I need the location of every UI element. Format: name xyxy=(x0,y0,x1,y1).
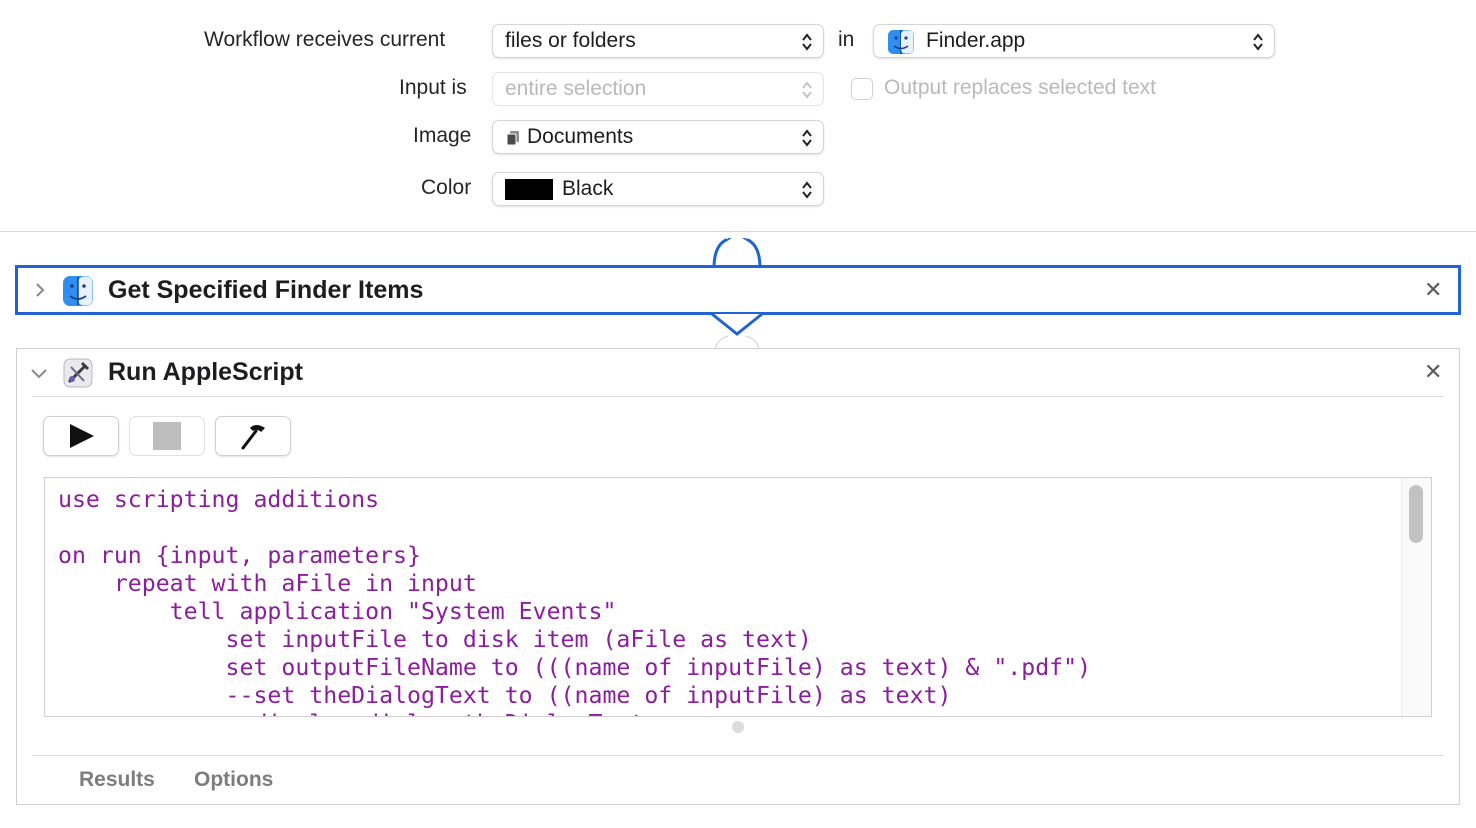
tab-options[interactable]: Options xyxy=(194,768,273,792)
image-value: Documents xyxy=(527,125,634,148)
compile-button[interactable] xyxy=(215,416,291,456)
output-replaces-checkbox[interactable] xyxy=(851,78,873,100)
popup-arrows-icon xyxy=(802,181,812,199)
play-icon xyxy=(70,424,94,448)
connector-bottom xyxy=(711,312,763,352)
input-is-label: Input is xyxy=(399,76,467,99)
receives-value: files or folders xyxy=(505,29,636,52)
hammer-icon xyxy=(241,425,265,450)
resize-handle[interactable] xyxy=(732,721,744,733)
application-popup[interactable]: Finder.app xyxy=(873,24,1275,58)
editor-scrollbar[interactable] xyxy=(1401,478,1431,716)
in-label: in xyxy=(838,28,855,51)
color-value: Black xyxy=(562,177,614,200)
finder-icon xyxy=(888,30,914,54)
application-value: Finder.app xyxy=(926,29,1026,52)
footer-divider xyxy=(32,755,1444,756)
output-replaces-label: Output replaces selected text xyxy=(884,76,1156,99)
image-label: Image xyxy=(413,124,472,147)
tab-results[interactable]: Results xyxy=(79,768,155,792)
collapse-chevron-icon[interactable] xyxy=(30,366,48,380)
receives-popup[interactable]: files or folders xyxy=(492,24,824,58)
connector-top xyxy=(712,232,762,268)
input-is-popup: entire selection xyxy=(492,72,824,106)
color-popup[interactable]: Black xyxy=(492,172,824,206)
color-swatch xyxy=(505,179,553,200)
popup-arrows-icon xyxy=(802,129,812,147)
popup-arrows-icon xyxy=(802,33,812,51)
scrollbar-thumb[interactable] xyxy=(1409,485,1423,543)
action-title: Get Specified Finder Items xyxy=(108,276,424,304)
stop-button[interactable] xyxy=(129,416,205,456)
action-title: Run AppleScript xyxy=(108,358,303,386)
stop-icon xyxy=(153,422,181,450)
finder-icon xyxy=(63,276,93,306)
close-icon[interactable]: ✕ xyxy=(1424,279,1442,301)
popup-arrows-icon xyxy=(802,81,812,99)
close-icon[interactable]: ✕ xyxy=(1424,361,1442,383)
expand-chevron-icon[interactable] xyxy=(34,282,46,298)
color-label: Color xyxy=(421,176,472,199)
action-header-divider xyxy=(32,396,1444,397)
popup-arrows-icon xyxy=(1253,33,1263,51)
documents-icon xyxy=(506,131,519,146)
script-editor[interactable]: use scripting additions on run {input, p… xyxy=(44,477,1432,717)
workflow-receives-label: Workflow receives current xyxy=(204,28,446,51)
script-code[interactable]: use scripting additions on run {input, p… xyxy=(58,486,1091,716)
run-button[interactable] xyxy=(43,416,119,456)
input-is-value: entire selection xyxy=(505,77,647,100)
applescript-icon xyxy=(63,358,93,388)
image-popup[interactable]: Documents xyxy=(492,120,824,154)
